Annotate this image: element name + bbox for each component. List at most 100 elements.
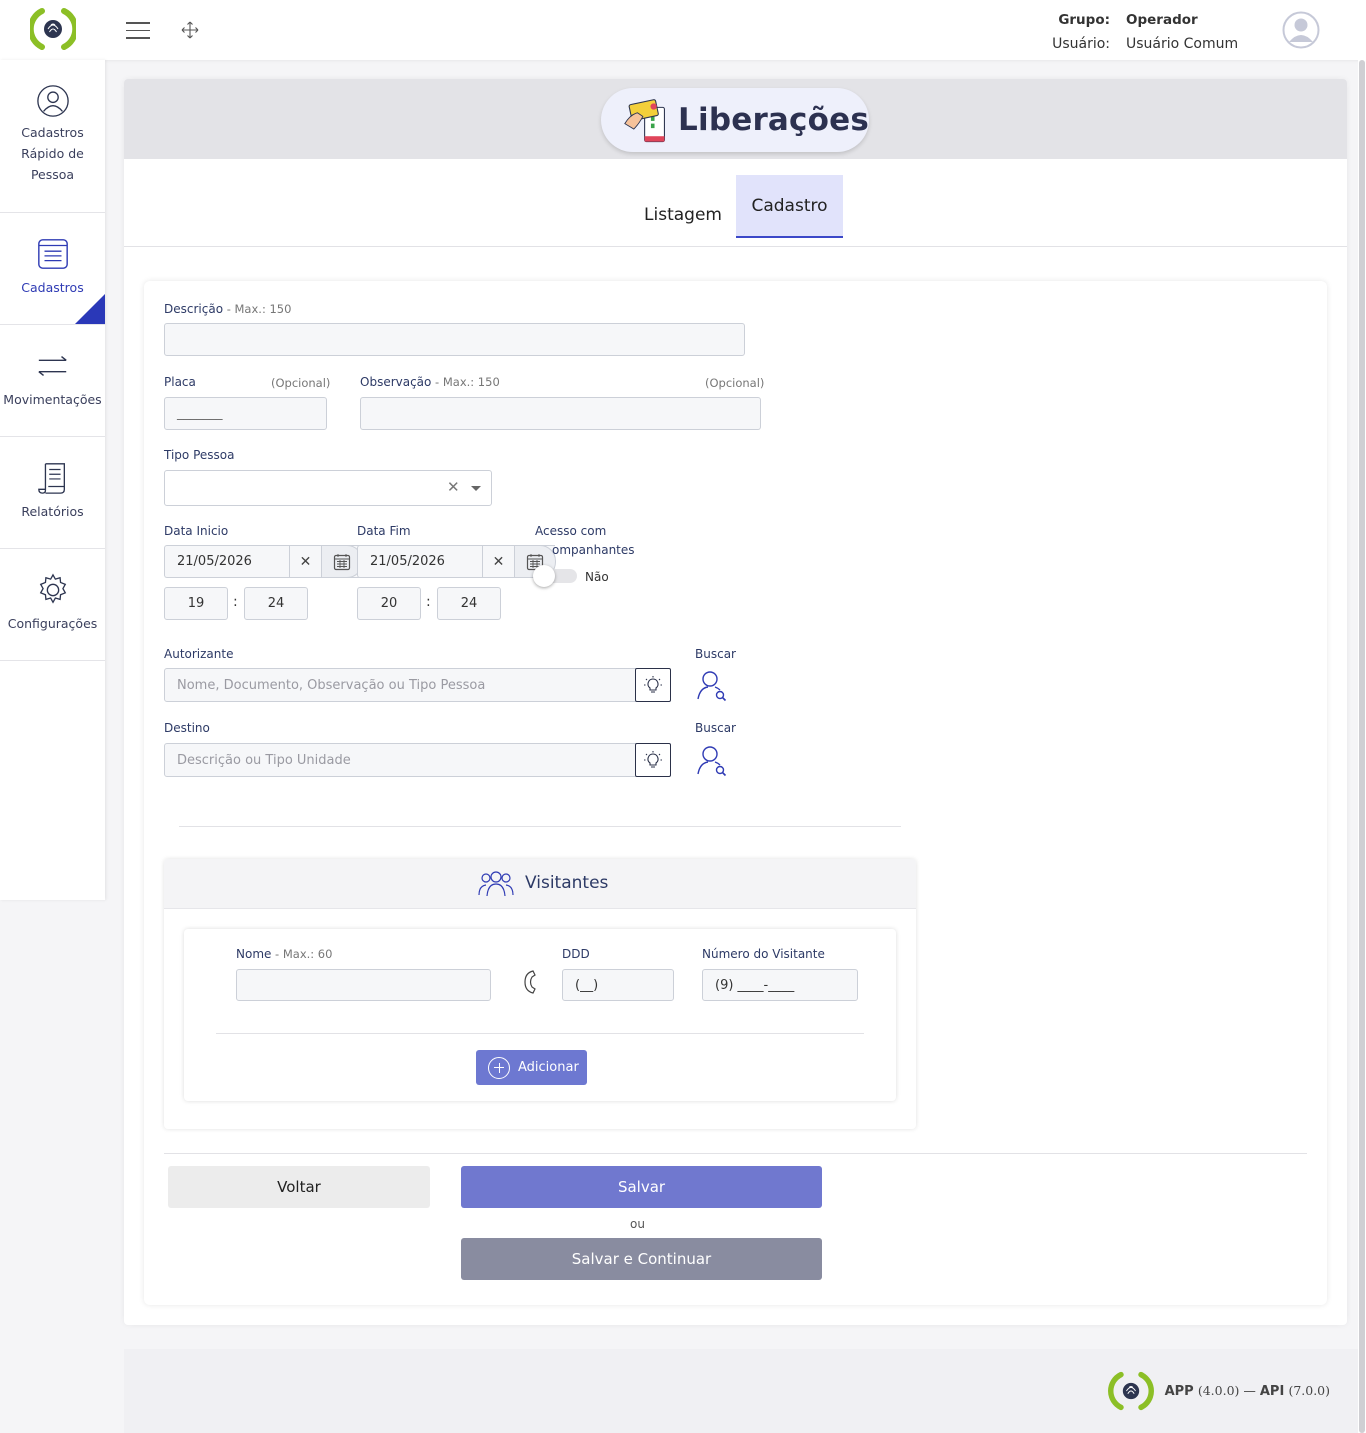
form-card: Descrição - Max.: 150 Placa (Opcional) _… [144,281,1327,1305]
placa-input[interactable]: _______ [164,397,327,430]
destino-input[interactable]: Descrição ou Tipo Unidade [164,743,637,777]
menu-toggle-icon[interactable] [126,22,150,39]
api-version: (7.0.0) [1288,1383,1330,1398]
visitantes-header: Visitantes [164,859,916,909]
usuario-label: Usuário: [1052,36,1110,52]
clear-icon[interactable]: ✕ [447,478,460,496]
data-inicio-minute[interactable]: 24 [244,587,308,620]
sidebar-item-label: Configurações [7,616,98,631]
user-search-icon[interactable] [695,668,729,702]
destino-suggest-button[interactable] [635,743,671,777]
observacao-input[interactable] [360,397,761,430]
sidebar-item-label: Relatórios [21,504,84,519]
add-visitante-button[interactable]: Adicionar [476,1050,587,1085]
time-separator: : [426,594,431,610]
acesso-label-line2: ompanhantes [552,543,635,557]
ddd-label: DDD [562,947,590,961]
data-fim-label: Data Fim [357,524,411,538]
placa-label: Placa [164,375,196,389]
sidebar-item-label: Cadastros [21,280,84,295]
data-fim-hour[interactable]: 20 [357,587,421,620]
nome-input[interactable] [236,969,491,1001]
clear-date-icon[interactable]: ✕ [289,545,321,578]
sidebar-item-relatorios[interactable]: Relatórios [0,437,105,549]
top-bar: Grupo: Operador Usuário: Usuário Comum [0,0,1366,60]
people-group-icon [478,871,514,897]
chevron-down-icon[interactable] [471,486,481,491]
sidebar-item-label: Cadastros [21,125,84,140]
destino-search-label: Buscar [695,721,736,735]
avatar-icon[interactable] [1282,11,1320,49]
sidebar-item-configuracoes[interactable]: Configurações [0,549,105,661]
app-version: (4.0.0) [1197,1383,1240,1398]
sidebar-item-cadastro-rapido[interactable]: Cadastros Rápido de Pessoa [0,60,105,213]
add-visitante-label: Adicionar [518,1060,579,1075]
clear-date-icon[interactable]: ✕ [482,545,514,578]
api-label: API [1259,1384,1285,1399]
page-scrollbar[interactable] [1358,60,1366,1433]
data-inicio-label: Data Inicio [164,524,229,538]
tipo-pessoa-label: Tipo Pessoa [164,448,235,462]
grupo-label: Grupo: [1058,12,1110,28]
observacao-optional: (Opcional) [705,376,765,390]
user-info: Grupo: Operador Usuário: Usuário Comum [1038,8,1244,56]
lightbulb-icon [644,751,662,768]
plus-circle-icon [488,1056,510,1079]
visitantes-card: Visitantes Nome - Max.: 60 DDD (__) Núme… [164,859,916,1129]
sidebar: Cadastros Rápido de Pessoa Cadastros Mov… [0,60,105,900]
sidebar-item-movimentacoes[interactable]: Movimentações [0,325,105,437]
phone-icon [524,970,536,994]
report-scroll-icon [37,463,65,494]
user-search-icon[interactable] [695,743,729,777]
tipo-pessoa-select[interactable] [164,470,492,506]
app-label: APP [1164,1384,1194,1399]
version-info: APP (4.0.0) — API (7.0.0) [1165,1383,1330,1399]
autorizante-label: Autorizante [164,647,234,661]
sidebar-item-label: Rápido de [21,146,84,161]
descricao-input[interactable] [164,323,745,356]
acesso-label: Acesso com [535,524,607,538]
divider [216,1033,864,1034]
descricao-label: Descrição - Max.: 150 [164,302,292,316]
access-card-icon [624,99,665,143]
autorizante-input[interactable]: Nome, Documento, Observação ou Tipo Pess… [164,668,637,702]
scrollbar-thumb[interactable] [1359,60,1365,1433]
ddd-input[interactable]: (__) [562,969,674,1001]
voltar-button[interactable]: Voltar [168,1166,430,1208]
app-logo-icon[interactable] [30,7,76,51]
tabs: Listagem Cadastro [124,175,1347,247]
gear-icon [39,573,66,604]
numero-input[interactable]: (9) ____-____ [702,969,858,1001]
acesso-toggle[interactable] [533,565,577,587]
grupo-value: Operador [1126,12,1198,28]
visitantes-title: Visitantes [525,873,609,893]
observacao-label: Observação - Max.: 150 [360,375,500,389]
sidebar-item-label: Pessoa [30,167,75,182]
autorizante-suggest-button[interactable] [635,668,671,702]
data-inicio-hour[interactable]: 19 [164,587,228,620]
salvar-button[interactable]: Salvar [461,1166,822,1208]
placa-optional: (Opcional) [271,376,331,390]
page-title: Liberações [678,102,869,138]
arrows-exchange-icon [37,356,67,376]
app-logo-icon [1108,1371,1154,1411]
page-header: Liberações [124,79,1347,159]
data-fim-minute[interactable]: 24 [437,587,501,620]
fullscreen-move-icon[interactable] [180,20,200,40]
person-circle-icon [36,85,69,117]
footer: APP (4.0.0) — API (7.0.0) [124,1349,1358,1433]
main-card: Liberações Listagem Cadastro Descrição -… [124,79,1347,1325]
page-title-pill: Liberações [601,88,869,152]
tab-listagem[interactable]: Listagem [630,183,736,246]
salvar-continuar-button[interactable]: Salvar e Continuar [461,1238,822,1280]
time-separator: : [233,594,238,610]
register-list-icon [37,239,68,269]
tab-cadastro[interactable]: Cadastro [736,175,843,238]
lightbulb-icon [644,676,662,693]
divider [179,826,901,827]
divider [164,1153,1307,1154]
or-label: ou [630,1217,645,1231]
destino-label: Destino [164,721,210,735]
nome-label: Nome - Max.: 60 [236,947,333,961]
sidebar-item-cadastros[interactable]: Cadastros [0,213,105,325]
